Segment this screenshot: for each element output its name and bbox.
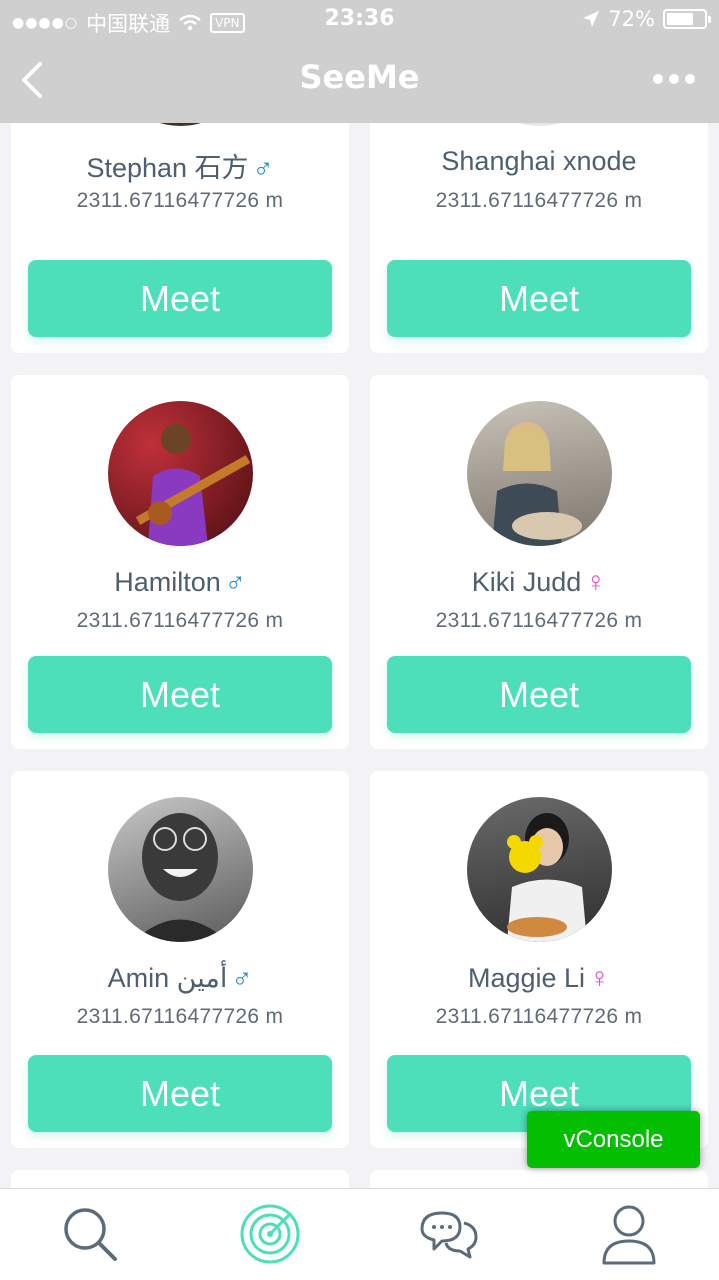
user-distance: 2311.67116477726 m	[76, 1005, 284, 1028]
user-card: Hamilton ♂ 2311.67116477726 m Meet	[11, 375, 349, 749]
chat-icon[interactable]	[414, 1199, 484, 1269]
user-grid[interactable]: Stephan 石方 ♂ 2311.67116477726 m Meet Shan…	[0, 123, 719, 1188]
user-card	[370, 1170, 708, 1188]
user-distance: 2311.67116477726 m	[435, 189, 643, 212]
avatar[interactable]	[467, 123, 612, 126]
avatar[interactable]	[108, 401, 253, 546]
vconsole-button[interactable]: vConsole	[527, 1111, 700, 1168]
user-distance: 2311.67116477726 m	[76, 609, 284, 632]
user-name: Maggie Li	[467, 963, 586, 993]
battery-percent: 72%	[608, 7, 655, 31]
user-name: Kiki Judd	[471, 567, 582, 597]
avatar[interactable]	[108, 123, 253, 126]
profile-icon[interactable]	[594, 1199, 664, 1269]
male-gender-icon: ♂	[224, 566, 246, 597]
user-card: Maggie Li ♀ 2311.67116477726 m Meet	[370, 771, 708, 1148]
meet-button[interactable]: Meet	[28, 260, 332, 337]
user-card: Kiki Judd ♀ 2311.67116477726 m Meet	[370, 375, 708, 749]
more-options-icon[interactable]	[653, 74, 695, 84]
user-card	[11, 1170, 349, 1188]
user-distance: 2311.67116477726 m	[435, 1005, 643, 1028]
battery-icon	[663, 9, 711, 29]
user-card: Stephan 石方 ♂ 2311.67116477726 m Meet	[11, 123, 349, 353]
location-arrow-icon	[583, 11, 600, 27]
avatar[interactable]	[467, 401, 612, 546]
nav-bar: SeeMe	[0, 40, 719, 123]
meet-button[interactable]: Meet	[28, 656, 332, 733]
male-gender-icon: ♂	[231, 962, 253, 993]
user-name: Shanghai xnode	[441, 146, 637, 176]
user-name: Stephan 石方	[86, 153, 249, 183]
status-bar: ●●●●○ 中国联通 VPN 23:36 72%	[0, 0, 719, 40]
radar-icon[interactable]	[235, 1199, 305, 1269]
battery-level	[667, 13, 693, 25]
meet-button[interactable]: Meet	[387, 656, 691, 733]
male-gender-icon: ♂	[252, 152, 274, 183]
avatar[interactable]	[108, 797, 253, 942]
user-distance: 2311.67116477726 m	[435, 609, 643, 632]
user-name: Amin أمين	[107, 963, 228, 993]
user-card: Shanghai xnode 2311.67116477726 m Meet	[370, 123, 708, 353]
meet-button[interactable]: Meet	[387, 260, 691, 337]
meet-button[interactable]: Meet	[28, 1055, 332, 1132]
female-gender-icon: ♀	[589, 962, 611, 993]
user-card: Amin أمين ♂ 2311.67116477726 m Meet	[11, 771, 349, 1148]
female-gender-icon: ♀	[585, 566, 607, 597]
user-name: Hamilton	[114, 567, 221, 597]
avatar[interactable]	[467, 797, 612, 942]
user-distance: 2311.67116477726 m	[76, 189, 284, 212]
search-icon[interactable]	[55, 1199, 125, 1269]
tab-bar	[0, 1188, 719, 1280]
page-title: SeeMe	[299, 58, 420, 96]
